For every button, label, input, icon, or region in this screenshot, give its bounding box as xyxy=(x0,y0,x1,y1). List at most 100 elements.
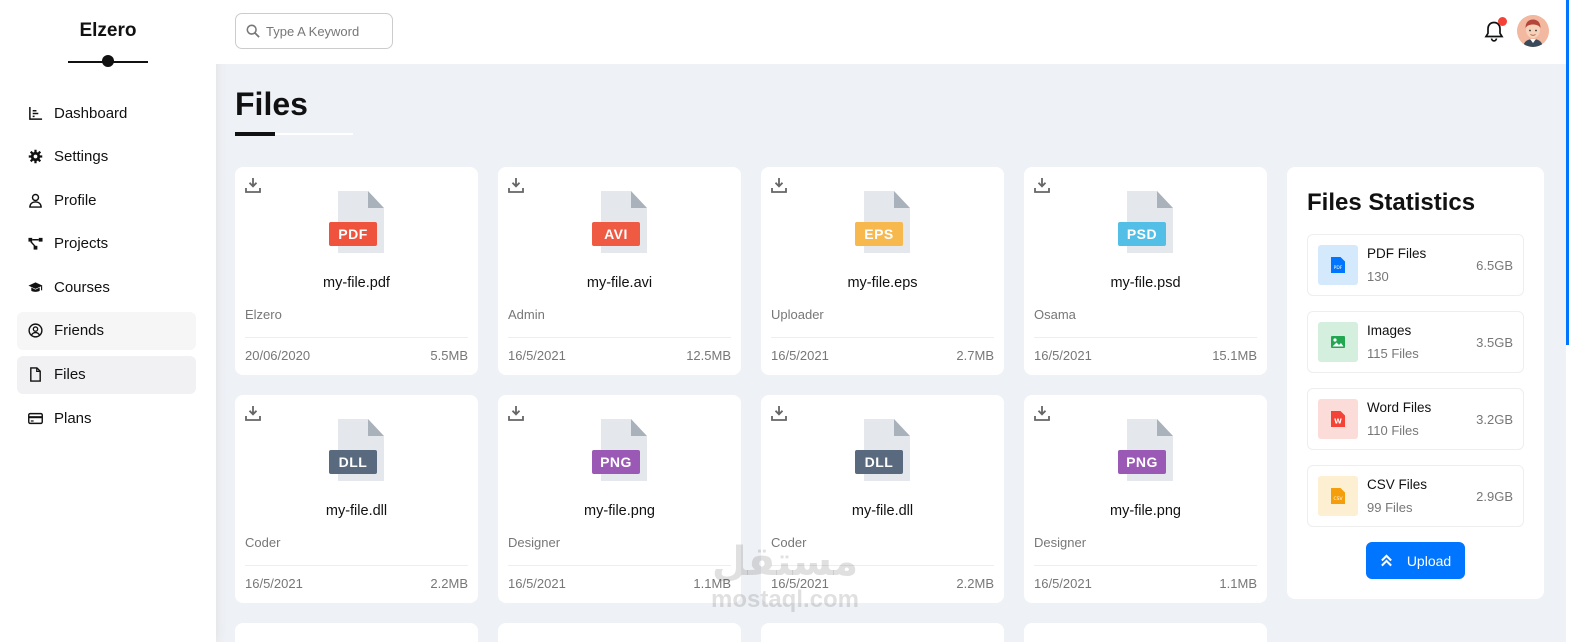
download-icon[interactable] xyxy=(771,405,787,421)
sidebar-item-label: Projects xyxy=(54,235,109,253)
file-card: PNG my-file.png Designer 16/5/2021 1.1MB xyxy=(1024,395,1267,603)
sidebar-item-dashboard[interactable]: Dashboard xyxy=(17,94,196,132)
divider xyxy=(1034,337,1257,338)
svg-text:CSV: CSV xyxy=(1333,496,1343,502)
upload-label: Upload xyxy=(1406,552,1452,569)
scrollbar-thumb[interactable] xyxy=(1566,0,1569,345)
file-size: 2.2MB xyxy=(430,576,468,591)
credit-card-icon xyxy=(27,410,44,427)
svg-text:W: W xyxy=(1334,418,1342,426)
file-card: PSD my-file.psd Osama 16/5/2021 15.1MB xyxy=(1024,167,1267,375)
divider xyxy=(508,337,731,338)
user-circle-icon xyxy=(27,322,44,339)
stat-name: Images xyxy=(1367,323,1412,338)
file-type-icon: EPS xyxy=(855,191,911,255)
sidebar-item-projects[interactable]: Projects xyxy=(17,225,196,263)
sidebar-item-label: Dashboard xyxy=(54,104,128,122)
file-type-tag: PDF xyxy=(329,222,377,246)
download-icon[interactable] xyxy=(245,405,261,421)
file-type-icon: AVI xyxy=(592,191,648,255)
page-scrollbar[interactable] xyxy=(1566,0,1586,642)
download-icon[interactable] xyxy=(508,177,524,193)
stat-count: 110 Files xyxy=(1367,423,1419,438)
file-word-icon: W xyxy=(1318,399,1358,439)
file-card: PDF my-file.pdf Elzero 20/06/2020 5.5MB xyxy=(235,167,478,375)
user-icon xyxy=(27,192,44,209)
sidebar-nav: Dashboard Settings Profile Projects Cour… xyxy=(0,94,216,437)
notification-bell-icon[interactable] xyxy=(1484,17,1507,42)
sidebar: Elzero Dashboard Settings Profile Projec… xyxy=(0,0,216,642)
file-name: my-file.eps xyxy=(847,275,918,291)
file-card: DLL my-file.dll Coder 16/5/2021 2.2MB xyxy=(761,395,1004,603)
file-card-partial xyxy=(1024,623,1267,642)
sidebar-item-settings[interactable]: Settings xyxy=(17,138,196,176)
sidebar-item-friends[interactable]: Friends xyxy=(17,311,196,350)
file-type-tag: DLL xyxy=(329,450,377,474)
sidebar-item-label: Settings xyxy=(54,148,109,166)
sidebar-item-plans[interactable]: Plans xyxy=(17,399,196,437)
search-box[interactable] xyxy=(235,13,393,49)
file-csv-icon: CSV xyxy=(1318,476,1358,516)
svg-text:PDF: PDF xyxy=(1334,265,1343,271)
stat-item-images: Images 115 Files 3.5GB xyxy=(1307,311,1524,373)
stat-count: 99 Files xyxy=(1367,500,1413,515)
stat-item-word: W Word Files 110 Files 3.2GB xyxy=(1307,388,1524,450)
title-underline xyxy=(235,132,353,136)
file-date: 16/5/2021 xyxy=(508,576,566,591)
sidebar-item-courses[interactable]: Courses xyxy=(17,268,196,306)
file-card: DLL my-file.dll Coder 16/5/2021 2.2MB xyxy=(235,395,478,603)
file-type-tag: PNG xyxy=(1118,450,1166,474)
avatar[interactable] xyxy=(1517,15,1549,47)
file-pdf-icon: PDF xyxy=(1318,245,1358,285)
file-card-partial xyxy=(235,623,478,642)
file-size: 1.1MB xyxy=(1219,576,1257,591)
file-owner: Coder xyxy=(771,535,807,550)
file-size: 1.1MB xyxy=(693,576,731,591)
file-name: my-file.dll xyxy=(325,503,388,519)
download-icon[interactable] xyxy=(1034,177,1050,193)
stat-name: Word Files xyxy=(1367,400,1432,415)
download-icon[interactable] xyxy=(771,177,787,193)
search-input[interactable] xyxy=(266,23,386,39)
stat-item-csv: CSV CSV Files 99 Files 2.9GB xyxy=(1307,465,1524,527)
file-icon xyxy=(27,366,44,383)
file-owner: Admin xyxy=(508,307,545,322)
search-icon xyxy=(246,24,260,38)
file-type-icon: PNG xyxy=(592,419,648,483)
stat-name: CSV Files xyxy=(1367,477,1428,492)
top-bar xyxy=(216,0,1566,64)
stat-size: 3.5GB xyxy=(1476,335,1513,350)
download-icon[interactable] xyxy=(1034,405,1050,421)
file-type-icon: PDF xyxy=(329,191,385,255)
file-name: my-file.png xyxy=(584,503,655,519)
divider xyxy=(245,565,468,566)
notification-dot xyxy=(1498,17,1507,26)
file-card-partial xyxy=(498,623,741,642)
file-type-tag: PNG xyxy=(592,450,640,474)
file-owner: Coder xyxy=(245,535,281,550)
graduation-cap-icon xyxy=(27,279,44,296)
stat-size: 2.9GB xyxy=(1476,489,1513,504)
file-size: 15.1MB xyxy=(1212,348,1257,363)
file-date: 16/5/2021 xyxy=(771,576,829,591)
divider xyxy=(771,565,994,566)
file-name: my-file.avi xyxy=(586,275,653,291)
file-size: 5.5MB xyxy=(430,348,468,363)
file-owner: Uploader xyxy=(771,307,824,322)
file-size: 12.5MB xyxy=(686,348,731,363)
download-icon[interactable] xyxy=(508,405,524,421)
file-type-icon: PNG xyxy=(1118,419,1174,483)
sidebar-item-files[interactable]: Files xyxy=(17,355,196,394)
sidebar-item-label: Plans xyxy=(54,409,92,427)
upload-button[interactable]: Upload xyxy=(1366,542,1465,579)
file-type-tag: DLL xyxy=(855,450,903,474)
file-card: AVI my-file.avi Admin 16/5/2021 12.5MB xyxy=(498,167,741,375)
file-card: EPS my-file.eps Uploader 16/5/2021 2.7MB xyxy=(761,167,1004,375)
stat-size: 3.2GB xyxy=(1476,412,1513,427)
file-type-tag: AVI xyxy=(592,222,640,246)
file-date: 20/06/2020 xyxy=(245,348,311,363)
stats-title: Files Statistics xyxy=(1307,189,1476,216)
download-icon[interactable] xyxy=(245,177,261,193)
file-date: 16/5/2021 xyxy=(508,348,566,363)
sidebar-item-profile[interactable]: Profile xyxy=(17,181,196,219)
